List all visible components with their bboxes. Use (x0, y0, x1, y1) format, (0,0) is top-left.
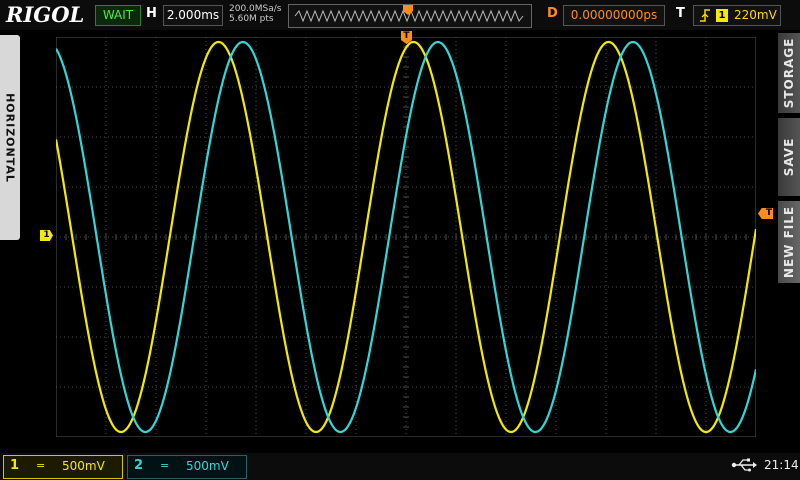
run-status-badge[interactable]: WAIT (95, 5, 141, 26)
trigger-label: T (676, 6, 685, 21)
memory-overview-strip[interactable] (288, 4, 532, 28)
ch1-scale-box[interactable]: 1 = 500mV (3, 455, 123, 479)
new-file-softkey[interactable]: NEW FILE (778, 201, 800, 283)
dc-coupling-icon: = (36, 459, 46, 472)
ch1-number: 1 (10, 458, 20, 473)
waveform-display[interactable] (56, 37, 756, 437)
horizontal-menu-tab[interactable]: HORIZONTAL (0, 35, 20, 240)
clock: 21:14 (764, 458, 799, 472)
horizontal-label: H (146, 6, 157, 21)
trigger-source-badge: 1 (716, 9, 728, 22)
brand-logo: RIGOL (6, 2, 85, 27)
trigger-level-marker[interactable]: T (758, 208, 773, 219)
trigger-delay-value[interactable]: 0.00000000ps (563, 5, 665, 26)
timebase-value[interactable]: 2.000ms (163, 5, 223, 26)
storage-softkey-label: STORAGE (782, 37, 796, 109)
ch2-scale-value: 500mV (186, 459, 229, 473)
horizontal-tab-label: HORIZONTAL (3, 92, 17, 183)
delay-label: D (547, 6, 558, 21)
memory-waveform-preview (294, 5, 524, 23)
ch2-scale-box[interactable]: 2 = 500mV (127, 455, 247, 479)
new-file-softkey-label: NEW FILE (782, 205, 796, 279)
save-softkey[interactable]: SAVE (778, 118, 800, 196)
trigger-settings[interactable]: 1 220mV (693, 5, 781, 26)
ch1-ground-marker[interactable]: 1 (40, 230, 53, 241)
sample-rate: 200.0MSa/s (229, 4, 282, 14)
ch2-number: 2 (134, 458, 144, 473)
acquisition-info: 200.0MSa/s 5.60M pts (229, 4, 281, 24)
rising-edge-icon (700, 9, 710, 22)
save-softkey-label: SAVE (782, 137, 796, 177)
storage-softkey[interactable]: STORAGE (778, 33, 800, 113)
ch1-scale-value: 500mV (62, 459, 105, 473)
dc-coupling-icon: = (160, 459, 170, 472)
trigger-level-value: 220mV (734, 8, 777, 22)
usb-icon (731, 458, 757, 472)
memory-depth: 5.60M pts (229, 14, 274, 24)
